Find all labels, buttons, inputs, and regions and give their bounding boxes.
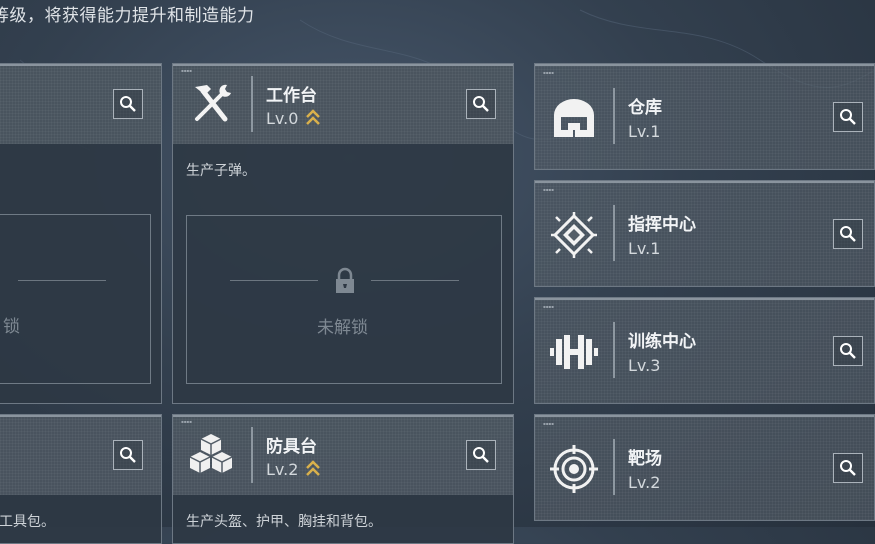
upgrade-available-icon [306, 460, 320, 476]
facility-description: 生产子弹。 [186, 163, 256, 179]
search-button[interactable] [113, 440, 143, 470]
lock-icon [336, 267, 354, 293]
facility-name: 指挥中心 [628, 215, 696, 235]
card-top-edge [535, 64, 874, 66]
header-separator [613, 205, 615, 261]
card-top-edge [535, 181, 874, 183]
header-separator [613, 439, 615, 495]
tiny-tag: ▪▪▪▪ [543, 421, 554, 426]
card-top-edge [535, 415, 874, 417]
card-top-edge [0, 64, 161, 66]
tiny-tag: ▪▪▪▪ [543, 70, 554, 75]
facility-card-training-center[interactable]: ▪▪▪▪ 训练中心 Lv.3 [534, 297, 875, 404]
magnifier-icon [840, 226, 856, 242]
facility-description: 生产头盔、护甲、胸挂和背包。 [186, 514, 382, 530]
magnifier-icon [840, 343, 856, 359]
card-top-edge [173, 64, 513, 66]
facility-level: Lv.0 [266, 109, 299, 128]
search-button[interactable] [833, 219, 863, 249]
lock-divider-right [371, 280, 459, 281]
card-top-edge [535, 298, 874, 300]
facility-card-armor[interactable]: ▪▪▪▪ 防具台 Lv.2 生产头盔、护甲、胸挂和背包。 [172, 414, 514, 544]
warehouse-icon [554, 99, 594, 137]
facility-card-partial-top[interactable]: 锁 [0, 63, 162, 404]
search-button[interactable] [833, 102, 863, 132]
facility-level: Lv.1 [628, 122, 661, 141]
facility-card-partial-bottom[interactable]: 工具包。 [0, 414, 162, 544]
lock-divider-right [18, 280, 106, 281]
chip-icon [551, 212, 597, 258]
tiny-tag: ▪▪▪▪ [181, 419, 192, 424]
magnifier-icon [120, 96, 136, 112]
locked-area: 锁 [0, 214, 151, 384]
tiny-tag: ▪▪▪▪ [543, 304, 554, 309]
tiny-tag: ▪▪▪▪ [543, 187, 554, 192]
search-button[interactable] [833, 336, 863, 366]
search-button[interactable] [113, 89, 143, 119]
dumbbell-icon [550, 335, 598, 369]
facility-card-warehouse[interactable]: ▪▪▪▪ 仓库 Lv.1 [534, 63, 875, 170]
target-icon [550, 445, 598, 493]
lock-label: 未解锁 [317, 318, 368, 338]
magnifier-icon [840, 109, 856, 125]
header-separator [613, 322, 615, 378]
header-separator [251, 427, 253, 483]
magnifier-icon [840, 460, 856, 476]
facility-name: 训练中心 [628, 332, 696, 352]
upgrade-available-icon [306, 109, 320, 125]
facility-name: 靶场 [628, 449, 662, 469]
header-separator [613, 88, 615, 144]
tiny-tag: ▪▪▪▪ [181, 68, 192, 73]
cubes-icon [189, 434, 233, 473]
header-separator [251, 76, 253, 132]
search-button[interactable] [833, 453, 863, 483]
locked-area: 未解锁 [186, 215, 502, 384]
facility-level: Lv.3 [628, 356, 661, 375]
lock-label: 锁 [3, 317, 20, 337]
magnifier-icon [120, 447, 136, 463]
facility-card-workbench[interactable]: ▪▪▪▪ 工作台 Lv.0 生产子弹。 未解锁 [172, 63, 514, 404]
header-description: 等级，将获得能力提升和制造能力 [0, 6, 255, 26]
facility-name: 仓库 [628, 98, 662, 118]
lock-divider-left [230, 280, 318, 281]
search-button[interactable] [466, 89, 496, 119]
facility-card-command-center[interactable]: ▪▪▪▪ 指挥中心 Lv.1 [534, 180, 875, 287]
search-button[interactable] [466, 440, 496, 470]
facility-name: 防具台 [266, 437, 317, 457]
facility-name: 工作台 [266, 86, 317, 106]
card-top-edge [173, 415, 513, 417]
facility-level: Lv.2 [628, 473, 661, 492]
facility-level: Lv.2 [266, 460, 299, 479]
card-top-edge [0, 415, 161, 417]
magnifier-icon [473, 96, 489, 112]
facility-level: Lv.1 [628, 239, 661, 258]
magnifier-icon [473, 447, 489, 463]
facility-card-shooting-range[interactable]: ▪▪▪▪ 靶场 Lv.2 [534, 414, 875, 521]
facility-description: 工具包。 [0, 514, 55, 530]
hammer-wrench-icon [195, 84, 231, 122]
